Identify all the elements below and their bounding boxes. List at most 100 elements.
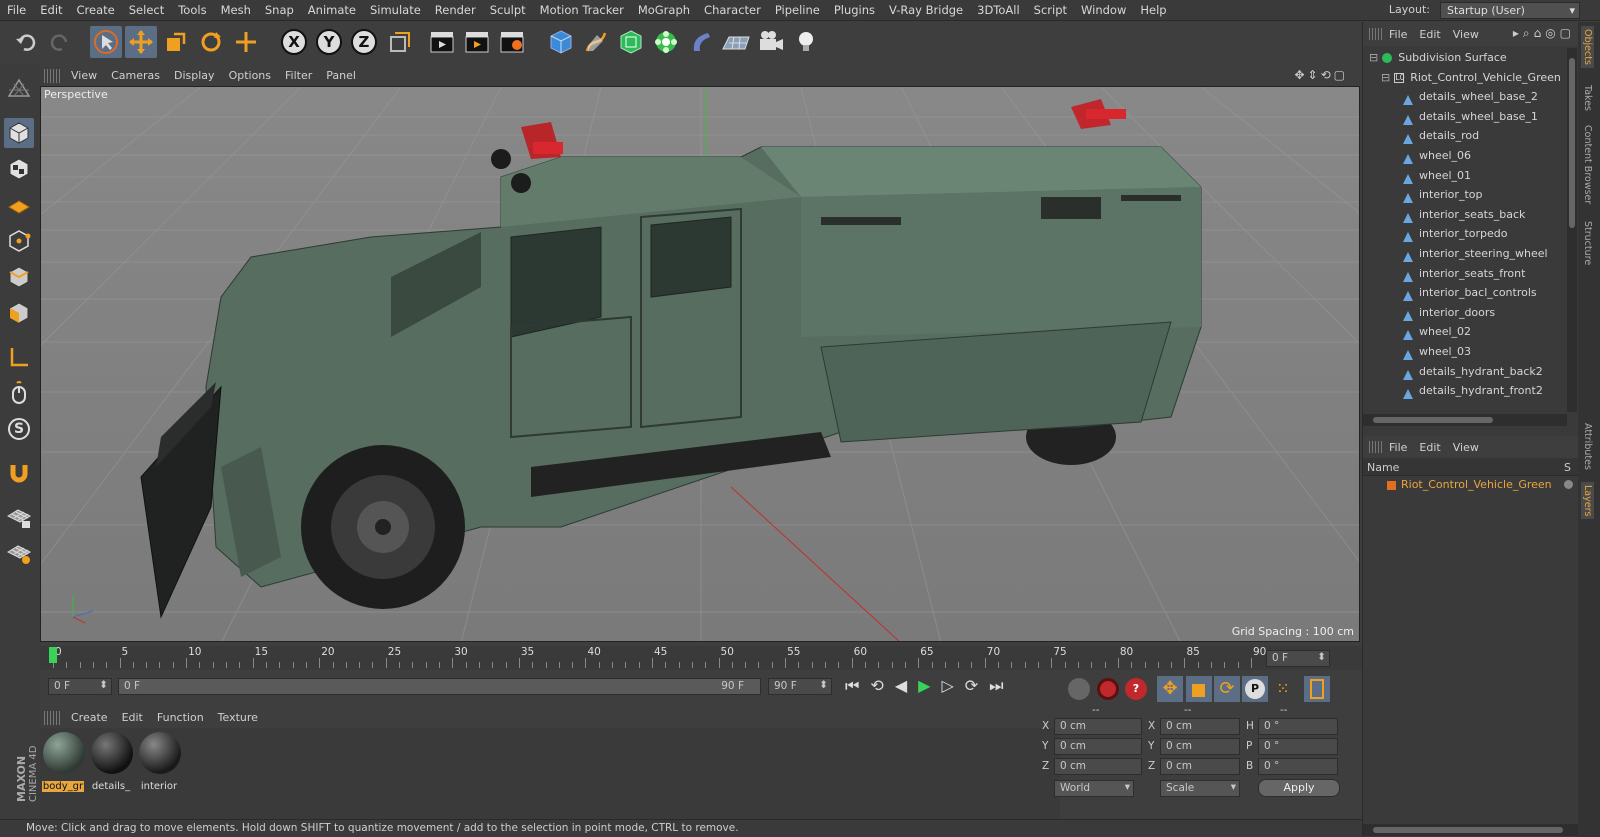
viewport-menu-options[interactable]: Options: [222, 66, 278, 82]
undo-button[interactable]: [10, 26, 42, 58]
position-x-field[interactable]: 0 cm: [1054, 718, 1142, 735]
object-menu-file[interactable]: File: [1383, 22, 1413, 41]
render-view-button[interactable]: [427, 26, 459, 58]
scale-x-field[interactable]: 0 cm: [1160, 718, 1240, 735]
scale-y-field[interactable]: 0 cm: [1160, 738, 1240, 755]
layer-menu-view[interactable]: View: [1447, 436, 1485, 454]
object-menu-view[interactable]: View: [1447, 22, 1485, 41]
record-disabled-icon[interactable]: [1068, 678, 1090, 700]
tree-hscrollbar[interactable]: [1363, 414, 1567, 426]
soft-selection-button[interactable]: S: [4, 414, 34, 444]
add-cube-button[interactable]: [545, 26, 577, 58]
apply-button[interactable]: Apply: [1258, 779, 1340, 797]
model-mode-button[interactable]: [4, 118, 34, 148]
add-environment-button[interactable]: [720, 26, 752, 58]
select-tool-button[interactable]: [90, 26, 122, 58]
menu-simulate[interactable]: Simulate: [363, 0, 428, 21]
key-parameter-icon[interactable]: P: [1242, 676, 1268, 702]
object-manager-tools-icons[interactable]: ▸⌕⌂◎▢: [1513, 26, 1575, 41]
tree-row-vehicle-group[interactable]: ⊟ L0 Riot_Control_Vehicle_Green: [1363, 68, 1567, 88]
scale-z-field[interactable]: 0 cm: [1160, 758, 1240, 775]
menu-window[interactable]: Window: [1074, 0, 1133, 21]
tree-row-object[interactable]: details_rod: [1363, 126, 1567, 146]
viewport-menu-panel[interactable]: Panel: [319, 66, 363, 82]
material-swatch-details[interactable]: details_: [90, 730, 134, 792]
x-axis-toggle[interactable]: X: [278, 26, 310, 58]
layer-menu-edit[interactable]: Edit: [1413, 436, 1446, 454]
tab-content-browser[interactable]: Content Browser: [1581, 122, 1594, 207]
timeline-ruler[interactable]: 0 5 10 15 20 25 30 35 40 45 50 55 60 65 70 75 80 85 90: [40, 646, 1362, 670]
position-z-field[interactable]: 0 cm: [1054, 758, 1142, 775]
menu-sculpt[interactable]: Sculpt: [483, 0, 533, 21]
menu-vray-bridge[interactable]: V-Ray Bridge: [882, 0, 970, 21]
tree-row-object[interactable]: interior_bacl_controls: [1363, 283, 1567, 303]
menu-script[interactable]: Script: [1027, 0, 1074, 21]
snapping-button[interactable]: [4, 458, 34, 488]
layer-menu-file[interactable]: File: [1383, 436, 1413, 454]
tweak-mode-button[interactable]: [4, 378, 34, 408]
key-rotation-icon[interactable]: ⟳: [1214, 676, 1240, 702]
menu-create[interactable]: Create: [70, 0, 122, 21]
coordinate-system-button[interactable]: [384, 26, 416, 58]
add-spline-button[interactable]: [580, 26, 612, 58]
tab-attributes[interactable]: Attributes: [1581, 420, 1594, 473]
tab-layers[interactable]: Layers: [1581, 482, 1594, 520]
viewport-menu-display[interactable]: Display: [167, 66, 222, 82]
menu-mograph[interactable]: MoGraph: [631, 0, 697, 21]
go-to-start-icon[interactable]: ⏮: [845, 676, 870, 695]
tree-row-object[interactable]: interior_top: [1363, 185, 1567, 205]
viewport-menu-cameras[interactable]: Cameras: [104, 66, 167, 82]
viewport-menu-filter[interactable]: Filter: [278, 66, 319, 82]
tab-takes[interactable]: Takes: [1581, 82, 1594, 114]
tree-vscrollbar[interactable]: [1567, 48, 1577, 412]
tree-row-object[interactable]: details_hydrant_front2: [1363, 381, 1567, 401]
tree-row-object[interactable]: interior_doors: [1363, 303, 1567, 323]
tree-row-object[interactable]: wheel_01: [1363, 166, 1567, 186]
scale-tool-button[interactable]: [160, 26, 192, 58]
material-menu-texture[interactable]: Texture: [211, 708, 265, 724]
play-icon[interactable]: ▶: [918, 676, 941, 695]
material-menu-create[interactable]: Create: [64, 708, 115, 724]
key-pla-icon[interactable]: ⁙: [1270, 676, 1296, 702]
layer-row[interactable]: Riot_Control_Vehicle_Green: [1363, 476, 1579, 494]
rotation-p-field[interactable]: 0 °: [1258, 738, 1338, 755]
material-menu-edit[interactable]: Edit: [115, 708, 150, 724]
timeline-window-icon[interactable]: [1304, 676, 1330, 702]
current-frame-field[interactable]: 0 F ⬍: [1266, 650, 1330, 667]
prev-frame-icon[interactable]: ◀: [895, 676, 918, 695]
move-tool-button[interactable]: [125, 26, 157, 58]
go-to-end-icon[interactable]: ⏭: [989, 676, 1014, 695]
render-picture-viewer-button[interactable]: [462, 26, 494, 58]
key-position-icon[interactable]: ✥: [1157, 676, 1183, 702]
tree-row-subdivision-surface[interactable]: ⊟ Subdivision Surface: [1363, 48, 1567, 68]
workplane-mode-button[interactable]: [4, 190, 34, 220]
autokey-icon[interactable]: ?: [1125, 678, 1147, 700]
tree-row-object[interactable]: interior_seats_back: [1363, 205, 1567, 225]
live-selection-button[interactable]: [230, 26, 262, 58]
menu-animate[interactable]: Animate: [301, 0, 363, 21]
menu-character[interactable]: Character: [697, 0, 768, 21]
workplane-grid-button[interactable]: [4, 538, 34, 568]
viewport-menu-view[interactable]: View: [64, 66, 104, 82]
prev-key-icon[interactable]: ⟲: [870, 676, 894, 695]
y-axis-toggle[interactable]: Y: [313, 26, 345, 58]
render-settings-button[interactable]: [497, 26, 529, 58]
menu-mesh[interactable]: Mesh: [214, 0, 258, 21]
make-editable-button[interactable]: [4, 74, 34, 104]
layer-hscrollbar[interactable]: [1363, 824, 1579, 836]
menu-render[interactable]: Render: [428, 0, 483, 21]
add-camera-button[interactable]: [755, 26, 787, 58]
layer-solo-icon[interactable]: [1564, 480, 1573, 489]
material-swatch-body[interactable]: body_gr: [42, 730, 86, 792]
menu-plugins[interactable]: Plugins: [827, 0, 882, 21]
add-deformer-button[interactable]: [685, 26, 717, 58]
rotate-tool-button[interactable]: [195, 26, 227, 58]
menu-pipeline[interactable]: Pipeline: [768, 0, 827, 21]
add-light-button[interactable]: [790, 26, 822, 58]
tree-row-object[interactable]: wheel_03: [1363, 342, 1567, 362]
tree-row-object[interactable]: wheel_02: [1363, 322, 1567, 342]
object-menu-edit[interactable]: Edit: [1413, 22, 1446, 41]
menu-motion-tracker[interactable]: Motion Tracker: [533, 0, 631, 21]
menu-snap[interactable]: Snap: [258, 0, 301, 21]
tree-row-object[interactable]: interior_torpedo: [1363, 224, 1567, 244]
